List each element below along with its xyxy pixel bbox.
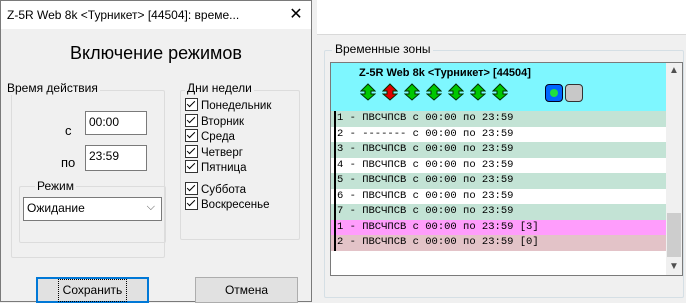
checkbox-checked-icon[interactable] xyxy=(185,144,198,158)
scroll-down-icon[interactable]: ▼ xyxy=(666,259,682,275)
time-zone-text: 6 - ПВСЧПСВ с 00:00 по 23:59 xyxy=(337,189,514,202)
time-zone-text: 4 - ПВСЧПСВ с 00:00 по 23:59 xyxy=(337,158,514,171)
mode-enable-dialog: Z-5R Web 8k <Турникет> [44504]: време...… xyxy=(0,0,312,303)
direction-arrow-icon[interactable] xyxy=(360,83,376,101)
vertical-scrollbar[interactable]: ▲ ▼ xyxy=(666,63,682,275)
device-title: Z-5R Web 8k <Турникет> [44504] xyxy=(359,67,531,79)
time-zone-row[interactable]: 5 - ПВСЧПСВ с 00:00 по 23:59 xyxy=(331,173,666,189)
status-offline-icon[interactable] xyxy=(565,84,583,102)
time-zone-text: 2 - ------- с 00:00 по 23:59 xyxy=(337,127,514,140)
day-checkbox[interactable]: Четверг xyxy=(185,144,243,161)
day-label: Вторник xyxy=(201,115,245,128)
row-marker xyxy=(334,173,336,189)
time-zones-panel: Z-5R Web 8k <Турникет> [44504] 1 - ПВСЧП… xyxy=(330,62,683,276)
checkbox-checked-icon[interactable] xyxy=(185,129,198,142)
cancel-button[interactable]: Отмена xyxy=(195,277,298,303)
day-label: Четверг xyxy=(201,146,243,159)
day-checkbox[interactable]: Воскресенье xyxy=(185,197,270,213)
checkbox-checked-icon[interactable] xyxy=(185,98,198,111)
background-top-panel xyxy=(317,0,686,35)
row-marker xyxy=(334,219,336,235)
time-zone-text: 1 - ПВСЧПСВ с 00:00 по 23:59 xyxy=(337,112,514,124)
mode-select-value: Ожидание xyxy=(27,201,85,215)
status-online-icon[interactable] xyxy=(545,84,563,102)
direction-arrow-icon[interactable] xyxy=(492,83,508,101)
day-label: Среда xyxy=(201,131,235,143)
days-group-label: Дни недели xyxy=(185,81,254,95)
row-marker xyxy=(334,204,336,220)
time-zone-row[interactable]: 1 - ПВСЧПСВ с 00:00 по 23:59 [3] xyxy=(331,219,666,235)
time-group-label: Время действия xyxy=(5,81,100,95)
day-label: Воскресенье xyxy=(201,199,270,211)
time-zone-text: 7 - ПВСЧПСВ с 00:00 по 23:59 xyxy=(337,205,514,217)
day-checkbox[interactable]: Пятница xyxy=(185,160,247,176)
checkbox-checked-icon[interactable] xyxy=(185,181,198,195)
time-zone-row[interactable]: 6 - ПВСЧПСВ с 00:00 по 23:59 xyxy=(331,188,666,204)
device-header: Z-5R Web 8k <Турникет> [44504] xyxy=(331,63,666,111)
scroll-thumb[interactable] xyxy=(667,213,681,257)
day-label: Пятница xyxy=(201,162,247,174)
days-list: Понедельник Вторник Среда Четверг Пятница Суб… xyxy=(185,98,297,228)
day-label: Суббота xyxy=(201,183,247,196)
row-marker xyxy=(334,126,336,142)
time-zone-row[interactable]: 4 - ПВСЧПСВ с 00:00 по 23:59 xyxy=(331,157,666,173)
direction-arrow-icon[interactable] xyxy=(448,83,464,101)
time-zone-row[interactable]: 2 - ПВСЧПСВ с 00:00 по 23:59 [0] xyxy=(331,235,666,251)
row-marker xyxy=(334,142,336,158)
day-checkbox[interactable]: Вторник xyxy=(185,113,245,130)
direction-arrow-icon[interactable] xyxy=(470,83,486,101)
to-label: по xyxy=(61,155,76,170)
to-time-field[interactable]: 23:59 xyxy=(85,145,147,171)
time-zone-list: 1 - ПВСЧПСВ с 00:00 по 23:59 2 - ------- … xyxy=(331,111,666,251)
time-zone-text: 2 - ПВСЧПСВ с 00:00 по 23:59 [0] xyxy=(337,236,539,248)
time-zone-row[interactable]: 3 - ПВСЧПСВ с 00:00 по 23:59 xyxy=(331,142,666,158)
day-label: Понедельник xyxy=(201,100,272,112)
row-marker xyxy=(334,157,336,173)
close-icon[interactable]: ✕ xyxy=(283,3,309,27)
direction-arrow-icon[interactable] xyxy=(382,83,398,101)
checkbox-checked-icon[interactable] xyxy=(185,160,198,173)
time-zones-group-label: Временные зоны xyxy=(332,42,434,56)
row-marker xyxy=(334,235,336,251)
row-marker xyxy=(334,188,336,204)
day-checkbox[interactable]: Понедельник xyxy=(185,98,271,114)
time-zone-row[interactable]: 2 - ------- с 00:00 по 23:59 xyxy=(331,126,666,142)
dialog-title: Z-5R Web 8k <Турникет> [44504]: време... xyxy=(7,8,240,22)
row-marker xyxy=(334,111,336,127)
mode-group-label: Режим xyxy=(35,179,76,193)
time-zone-text: 3 - ПВСЧПСВ с 00:00 по 23:59 xyxy=(337,143,514,155)
time-zone-text: 5 - ПВСЧПСВ с 00:00 по 23:59 xyxy=(337,174,514,186)
from-time-field[interactable]: 00:00 xyxy=(85,111,147,135)
direction-arrow-icon[interactable] xyxy=(426,83,442,101)
checkbox-checked-icon[interactable] xyxy=(185,113,198,127)
chevron-down-icon: ⌵ xyxy=(146,201,155,213)
direction-arrow-icon[interactable] xyxy=(404,83,420,101)
save-button[interactable]: Сохранить xyxy=(36,277,149,303)
dialog-titlebar[interactable]: Z-5R Web 8k <Турникет> [44504]: време...… xyxy=(1,1,311,29)
scroll-up-icon[interactable]: ▲ xyxy=(666,63,682,79)
from-label: с xyxy=(65,123,72,138)
mode-select[interactable]: Ожидание ⌵ xyxy=(23,197,162,221)
day-checkbox[interactable]: Среда xyxy=(185,129,235,145)
checkbox-checked-icon[interactable] xyxy=(185,197,198,210)
page-title: Включение режимов xyxy=(70,43,242,63)
time-zone-row[interactable]: 1 - ПВСЧПСВ с 00:00 по 23:59 xyxy=(331,111,666,127)
save-button-label: Сохранить xyxy=(57,279,128,302)
time-zone-row[interactable]: 7 - ПВСЧПСВ с 00:00 по 23:59 xyxy=(331,204,666,220)
time-zone-text: 1 - ПВСЧПСВ с 00:00 по 23:59 [3] xyxy=(337,220,539,233)
day-checkbox[interactable]: Суббота xyxy=(185,181,247,198)
